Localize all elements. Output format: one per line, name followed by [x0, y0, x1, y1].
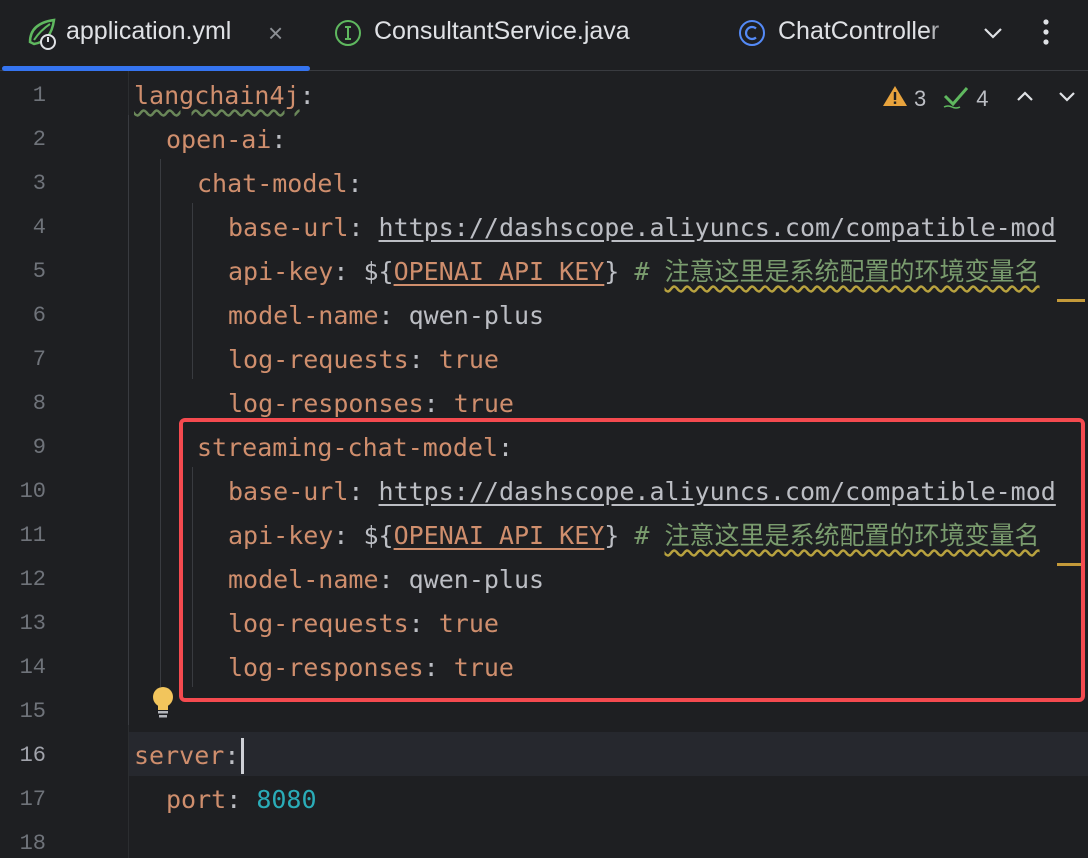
- lightbulb-icon[interactable]: [150, 685, 176, 724]
- line-number: 4: [32, 215, 46, 240]
- tab-label: ChatController: [778, 17, 940, 45]
- warning-icon: [882, 84, 908, 114]
- tab-consultant-service[interactable]: ConsultantService.java: [334, 0, 674, 70]
- line-number: 1: [32, 83, 46, 108]
- tab-label: ConsultantService.java: [374, 17, 630, 45]
- code-line: langchain4j:: [134, 81, 315, 110]
- line-number: 18: [19, 831, 46, 856]
- url-link[interactable]: https://dashscope.aliyuncs.com/compatibl…: [379, 213, 1056, 242]
- line-number: 7: [32, 347, 46, 372]
- code-line: base-url: https://dashscope.aliyuncs.com…: [228, 213, 1056, 242]
- line-number: 12: [19, 567, 46, 592]
- indent-guide: [160, 159, 161, 687]
- code-line-current: server:: [134, 741, 240, 770]
- chevron-down-icon[interactable]: [980, 20, 1006, 51]
- text-caret: [241, 738, 244, 774]
- typo-count: 4: [976, 86, 989, 111]
- line-number-gutter[interactable]: 1 2 3 4 5 6 7 8 9 10 11 12 13 14 15 16 1…: [0, 71, 129, 858]
- code-line: open-ai:: [166, 125, 287, 154]
- code-line: port: 8080: [166, 785, 317, 814]
- check-icon: [942, 83, 970, 115]
- spring-yaml-icon: [26, 16, 58, 50]
- line-number: 15: [19, 699, 46, 724]
- close-tab-icon[interactable]: ×: [268, 18, 283, 49]
- code-line: log-requests: true: [228, 345, 499, 374]
- indent-guide: [128, 115, 129, 725]
- editor-tab-bar: application.yml × ConsultantService.java…: [0, 0, 1088, 71]
- line-number: 17: [19, 787, 46, 812]
- tab-chat-controller[interactable]: ChatController: [735, 0, 957, 70]
- line-number: 14: [19, 655, 46, 680]
- inspection-widget[interactable]: 3 4: [882, 83, 1079, 115]
- annotation-highlight-box: [179, 418, 1085, 702]
- line-number: 3: [32, 171, 46, 196]
- line-number: 9: [32, 435, 46, 460]
- code-line: model-name: qwen-plus: [228, 301, 545, 330]
- tab-label: application.yml: [66, 17, 232, 45]
- warning-count: 3: [914, 86, 927, 111]
- code-editor[interactable]: 1 2 3 4 5 6 7 8 9 10 11 12 13 14 15 16 1…: [0, 71, 1088, 858]
- line-number: 2: [32, 127, 46, 152]
- line-number: 5: [32, 259, 46, 284]
- line-number: 6: [32, 303, 46, 328]
- line-number: 8: [32, 391, 46, 416]
- interface-icon: [334, 19, 362, 47]
- next-highlight-icon[interactable]: [1055, 84, 1079, 114]
- indent-guide: [192, 203, 193, 379]
- code-line: api-key: ${OPENAI_API_KEY} # 注意这里是系统配置的环…: [228, 257, 1040, 286]
- tab-application-yml[interactable]: application.yml ×: [0, 0, 310, 71]
- warning-stripe-mark[interactable]: [1057, 299, 1085, 302]
- current-line-highlight: [129, 732, 1088, 776]
- previous-highlight-icon[interactable]: [1013, 84, 1037, 114]
- line-number: 10: [19, 479, 46, 504]
- code-line: chat-model:: [197, 169, 363, 198]
- more-options-icon[interactable]: [1034, 16, 1058, 53]
- line-number: 13: [19, 611, 46, 636]
- line-number-current: 16: [19, 743, 46, 768]
- line-number: 11: [19, 523, 46, 548]
- class-icon: [738, 19, 766, 47]
